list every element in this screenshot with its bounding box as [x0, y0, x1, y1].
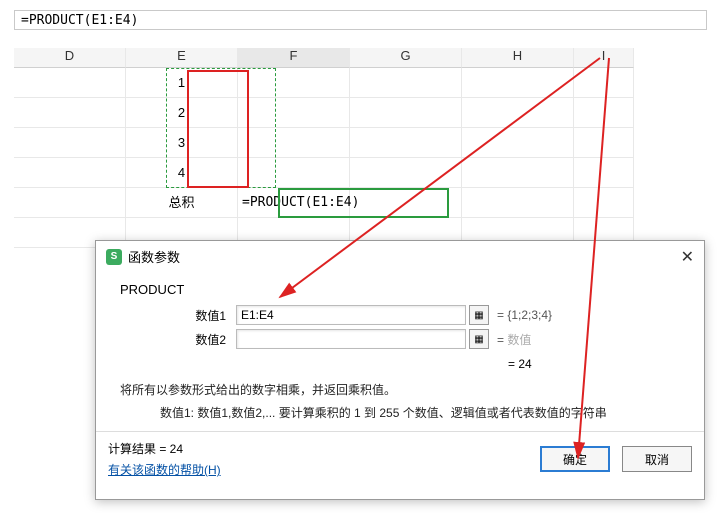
- cell-e3[interactable]: 3: [126, 128, 238, 158]
- dialog-titlebar[interactable]: S 函数参数 ✕: [96, 241, 704, 272]
- col-header-e[interactable]: E: [126, 48, 238, 68]
- cell-h4[interactable]: [462, 158, 574, 188]
- col-header-i[interactable]: I: [574, 48, 634, 68]
- interim-result: = 24: [116, 357, 684, 371]
- col-header-h[interactable]: H: [462, 48, 574, 68]
- cell-d1[interactable]: [14, 68, 126, 98]
- cell-g1[interactable]: [350, 68, 462, 98]
- cell-f1[interactable]: [238, 68, 350, 98]
- cell-f4[interactable]: [238, 158, 350, 188]
- cell-h3[interactable]: [462, 128, 574, 158]
- range-picker-icon[interactable]: ▦: [469, 305, 489, 325]
- dialog-title: 函数参数: [128, 247, 180, 266]
- spreadsheet-grid: D E F G H I 1 2 3 4 总积=PRODUCT(E1:E4): [14, 48, 721, 248]
- ok-button[interactable]: 确定: [540, 446, 610, 472]
- param1-label: 数值1: [116, 307, 236, 324]
- range-picker-icon[interactable]: ▦: [469, 329, 489, 349]
- param2-input[interactable]: [236, 329, 466, 349]
- function-arguments-dialog: S 函数参数 ✕ PRODUCT 数值1 ▦ = {1;2;3;4} 数值2 ▦…: [95, 240, 705, 500]
- function-description: 将所有以参数形式给出的数字相乘，并返回乘积值。: [120, 381, 680, 398]
- col-header-f[interactable]: F: [238, 48, 350, 68]
- param1-result: = {1;2;3;4}: [497, 308, 552, 322]
- column-headers-row: D E F G H I: [14, 48, 721, 68]
- formula-bar[interactable]: =PRODUCT(E1:E4): [14, 10, 707, 30]
- function-name: PRODUCT: [120, 282, 684, 297]
- cell-d5[interactable]: [14, 188, 126, 218]
- cell-h2[interactable]: [462, 98, 574, 128]
- cell-i4[interactable]: [574, 158, 634, 188]
- cell-g3[interactable]: [350, 128, 462, 158]
- col-header-g[interactable]: G: [350, 48, 462, 68]
- cell-e1[interactable]: 1: [126, 68, 238, 98]
- param1-input[interactable]: [236, 305, 466, 325]
- cell-f3[interactable]: [238, 128, 350, 158]
- cell-d4[interactable]: [14, 158, 126, 188]
- param-description: 数值1: 数值1,数值2,... 要计算乘积的 1 到 255 个数值、逻辑值或…: [160, 404, 680, 421]
- cell-h5[interactable]: [462, 188, 574, 218]
- param2-label: 数值2: [116, 331, 236, 348]
- cell-i5[interactable]: [574, 188, 634, 218]
- col-header-d[interactable]: D: [14, 48, 126, 68]
- cell-i3[interactable]: [574, 128, 634, 158]
- cell-g2[interactable]: [350, 98, 462, 128]
- param2-result: = 数值: [497, 331, 531, 348]
- cell-h1[interactable]: [462, 68, 574, 98]
- cell-e5[interactable]: 总积: [126, 188, 238, 218]
- cell-f2[interactable]: [238, 98, 350, 128]
- cancel-button[interactable]: 取消: [622, 446, 692, 472]
- help-link[interactable]: 有关该函数的帮助(H): [108, 461, 221, 478]
- cell-d3[interactable]: [14, 128, 126, 158]
- calc-result: 计算结果 = 24: [108, 440, 221, 457]
- cell-g5[interactable]: [350, 188, 462, 218]
- app-logo-icon: S: [106, 249, 122, 265]
- cell-e4[interactable]: 4: [126, 158, 238, 188]
- cell-d2[interactable]: [14, 98, 126, 128]
- cell-i2[interactable]: [574, 98, 634, 128]
- cell-e2[interactable]: 2: [126, 98, 238, 128]
- cell-i1[interactable]: [574, 68, 634, 98]
- cell-g4[interactable]: [350, 158, 462, 188]
- close-icon[interactable]: ✕: [681, 247, 694, 267]
- cell-f5[interactable]: =PRODUCT(E1:E4): [238, 188, 350, 218]
